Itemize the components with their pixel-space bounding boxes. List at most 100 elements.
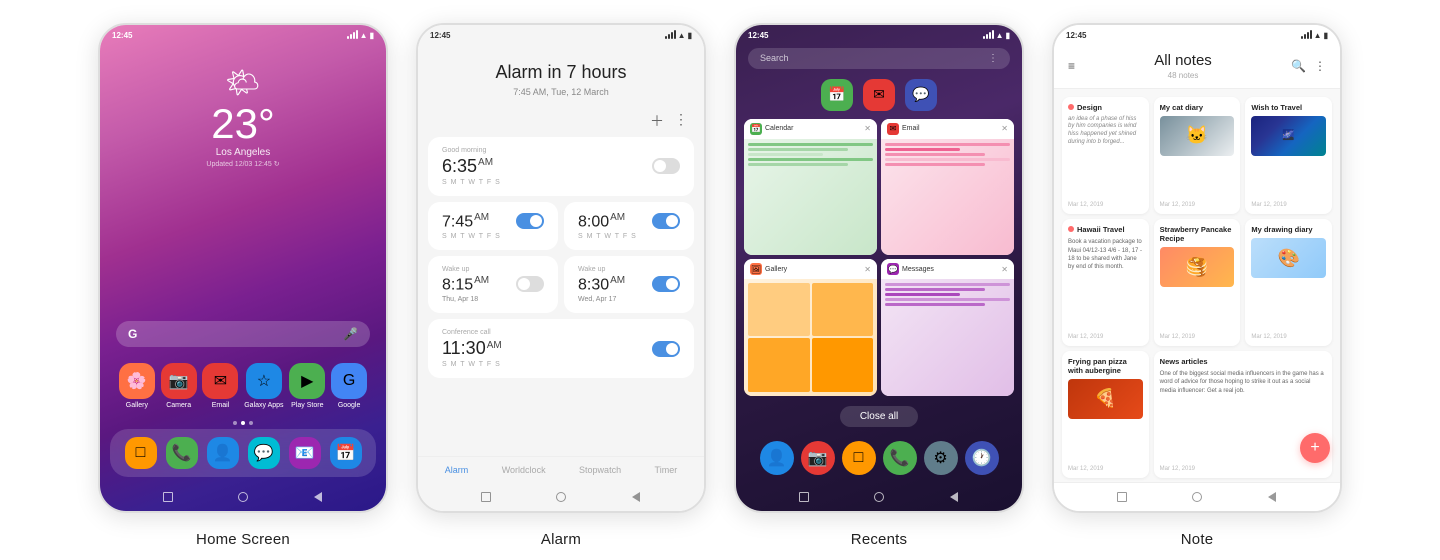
tab-alarm[interactable]: Alarm xyxy=(445,465,469,475)
tab-stopwatch[interactable]: Stopwatch xyxy=(579,465,621,475)
dock-mail[interactable]: 📧 xyxy=(289,437,321,469)
note-card-drawing[interactable]: My drawing diary 🎨 Mar 12, 2019 xyxy=(1245,219,1332,346)
alarm-item-2: 7:45AM S M T W T F S xyxy=(428,202,558,250)
back-nav-btn[interactable] xyxy=(1264,489,1280,505)
recents-screen-wrapper: 12:45 ▲ ▮ Search ⋮ xyxy=(734,23,1024,548)
home-nav-icon xyxy=(556,492,566,502)
note-card-cat[interactable]: My cat diary 🐱 Mar 12, 2019 xyxy=(1154,97,1241,215)
alarm-item-3-row: 8:00AM xyxy=(578,212,680,231)
card-2-close[interactable]: ✕ xyxy=(1001,124,1008,133)
card-1-close[interactable]: ✕ xyxy=(864,124,871,133)
dock-messages-icon[interactable]: □ xyxy=(842,441,876,475)
back-nav-btn[interactable] xyxy=(310,489,326,505)
card-4-preview xyxy=(881,279,1014,396)
back-nav-btn[interactable] xyxy=(946,489,962,505)
dock-phone-icon[interactable]: 📞 xyxy=(883,441,917,475)
note-card-travel[interactable]: Wish to Travel 🌌 Mar 12, 2019 xyxy=(1245,97,1332,215)
recents-search-bar[interactable]: Search ⋮ xyxy=(748,48,1010,69)
home-nav-btn[interactable] xyxy=(553,489,569,505)
contacts-dock-icon: 👤 xyxy=(207,437,239,469)
battery-icon: ▮ xyxy=(1324,31,1328,40)
more-icon[interactable]: ⋮ xyxy=(1314,59,1326,73)
recents-app-calendar[interactable]: 📅 xyxy=(821,79,853,111)
card-3-close[interactable]: ✕ xyxy=(864,265,871,274)
home-nav-btn[interactable] xyxy=(1189,489,1205,505)
alarm-toggle-4[interactable] xyxy=(516,276,544,292)
note-card-news-date: Mar 12, 2019 xyxy=(1160,466,1326,472)
home-nav-icon xyxy=(874,492,884,502)
alarm-item-6: Conference call 11:30AM S M T W T F S xyxy=(428,319,694,378)
note-fab-button[interactable]: + xyxy=(1300,433,1330,463)
note-card-drawing-image: 🎨 xyxy=(1251,238,1326,278)
recents-nav-icon xyxy=(481,492,491,502)
back-nav-btn[interactable] xyxy=(628,489,644,505)
add-alarm-button[interactable]: ＋ xyxy=(650,111,664,131)
recents-nav-btn[interactable] xyxy=(1114,489,1130,505)
dock-settings-icon[interactable]: ⚙ xyxy=(924,441,958,475)
recents-nav-btn[interactable] xyxy=(478,489,494,505)
close-all-button[interactable]: Close all xyxy=(840,406,918,427)
recents-app-msg[interactable]: 💬 xyxy=(905,79,937,111)
tab-timer[interactable]: Timer xyxy=(655,465,678,475)
recents-app-email[interactable]: ✉ xyxy=(863,79,895,111)
note-card-pizza[interactable]: Frying pan pizza with aubergine 🍕 Mar 12… xyxy=(1062,351,1149,478)
app-google[interactable]: G Google xyxy=(331,363,367,409)
dock-camera-icon[interactable]: 📷 xyxy=(801,441,835,475)
card-3-icon: 🖼 xyxy=(750,263,762,275)
dock-phone[interactable]: 📞 xyxy=(166,437,198,469)
home-nav-btn[interactable] xyxy=(235,489,251,505)
recents-nav-btn[interactable] xyxy=(796,489,812,505)
search-placeholder: Search xyxy=(760,53,789,63)
recent-card-1-content xyxy=(744,139,877,256)
screens-container: 12:45 ▲ ▮ 🌤 23° Lo xyxy=(58,3,1382,558)
home-search-bar[interactable]: G 🎤 xyxy=(116,321,370,347)
note-card-design[interactable]: Design an idea of a phase of hiss by him… xyxy=(1062,97,1149,215)
recent-card-4[interactable]: 💬 Messages ✕ xyxy=(881,259,1014,396)
dock-contacts-icon[interactable]: 👤 xyxy=(760,441,794,475)
alarm-time-3: 8:00AM xyxy=(578,212,625,231)
recent-card-3[interactable]: 🖼 Gallery ✕ xyxy=(744,259,877,396)
home-nav-btn[interactable] xyxy=(871,489,887,505)
alarm-item-4-label: Wake up xyxy=(442,266,544,273)
alarm-toggle-1[interactable] xyxy=(652,158,680,174)
battery-icon: ▮ xyxy=(1006,31,1010,40)
recents-status-icons: ▲ ▮ xyxy=(983,31,1010,40)
recent-card-2[interactable]: ✉ Email ✕ xyxy=(881,119,1014,256)
dock-calendar[interactable]: 📅 xyxy=(330,437,362,469)
dock-clock-icon[interactable]: 🕐 xyxy=(965,441,999,475)
card-4-icon: 💬 xyxy=(887,263,899,275)
app-playstore[interactable]: ▶ Play Store xyxy=(289,363,325,409)
dock-messages[interactable]: □ xyxy=(125,437,157,469)
note-card-hawaii[interactable]: Hawaii Travel Book a vacation package to… xyxy=(1062,219,1149,346)
note-screen-frame: 12:45 ▲ ▮ ≡ xyxy=(1052,23,1342,513)
card-1-preview xyxy=(744,139,877,256)
alarm-time-4: 8:15AM xyxy=(442,275,489,294)
battery-icon: ▮ xyxy=(370,31,374,40)
dock-contacts[interactable]: 👤 xyxy=(207,437,239,469)
app-email[interactable]: ✉ Email xyxy=(202,363,238,409)
alarm-days-6: S M T W T F S xyxy=(442,361,680,368)
card-3-title: Gallery xyxy=(765,266,787,273)
alarm-toggle-2[interactable] xyxy=(516,213,544,229)
recents-nav-btn[interactable] xyxy=(160,489,176,505)
app-gallery[interactable]: 🌸 Gallery xyxy=(119,363,155,409)
search-menu-icon[interactable]: ⋮ xyxy=(988,53,998,64)
note-menu-icon[interactable]: ≡ xyxy=(1068,59,1075,73)
alarm-toggle-3[interactable] xyxy=(652,213,680,229)
card-4-close[interactable]: ✕ xyxy=(1001,265,1008,274)
tab-worldclock[interactable]: Worldclock xyxy=(502,465,546,475)
alarm-toggle-5[interactable] xyxy=(652,276,680,292)
dock-chat[interactable]: 💬 xyxy=(248,437,280,469)
app-camera[interactable]: 📷 Camera xyxy=(161,363,197,409)
alarm-item-4-row: 8:15AM xyxy=(442,275,544,294)
search-icon[interactable]: 🔍 xyxy=(1291,59,1306,73)
wifi-icon: ▲ xyxy=(996,31,1004,40)
note-card-pancake[interactable]: Strawberry Pancake Recipe 🥞 Mar 12, 2019 xyxy=(1154,219,1241,346)
alarm-toggle-6[interactable] xyxy=(652,341,680,357)
recent-card-1[interactable]: 📅 Calendar ✕ xyxy=(744,119,877,256)
alarm-menu-button[interactable]: ⋮ xyxy=(674,111,688,131)
alarm-item-5-label: Wake up xyxy=(578,266,680,273)
recents-cards-grid: 📅 Calendar ✕ xyxy=(736,115,1022,400)
app-galaxy[interactable]: ☆ Galaxy Apps xyxy=(244,363,283,409)
alarm-item-2-row: 7:45AM xyxy=(442,212,544,231)
